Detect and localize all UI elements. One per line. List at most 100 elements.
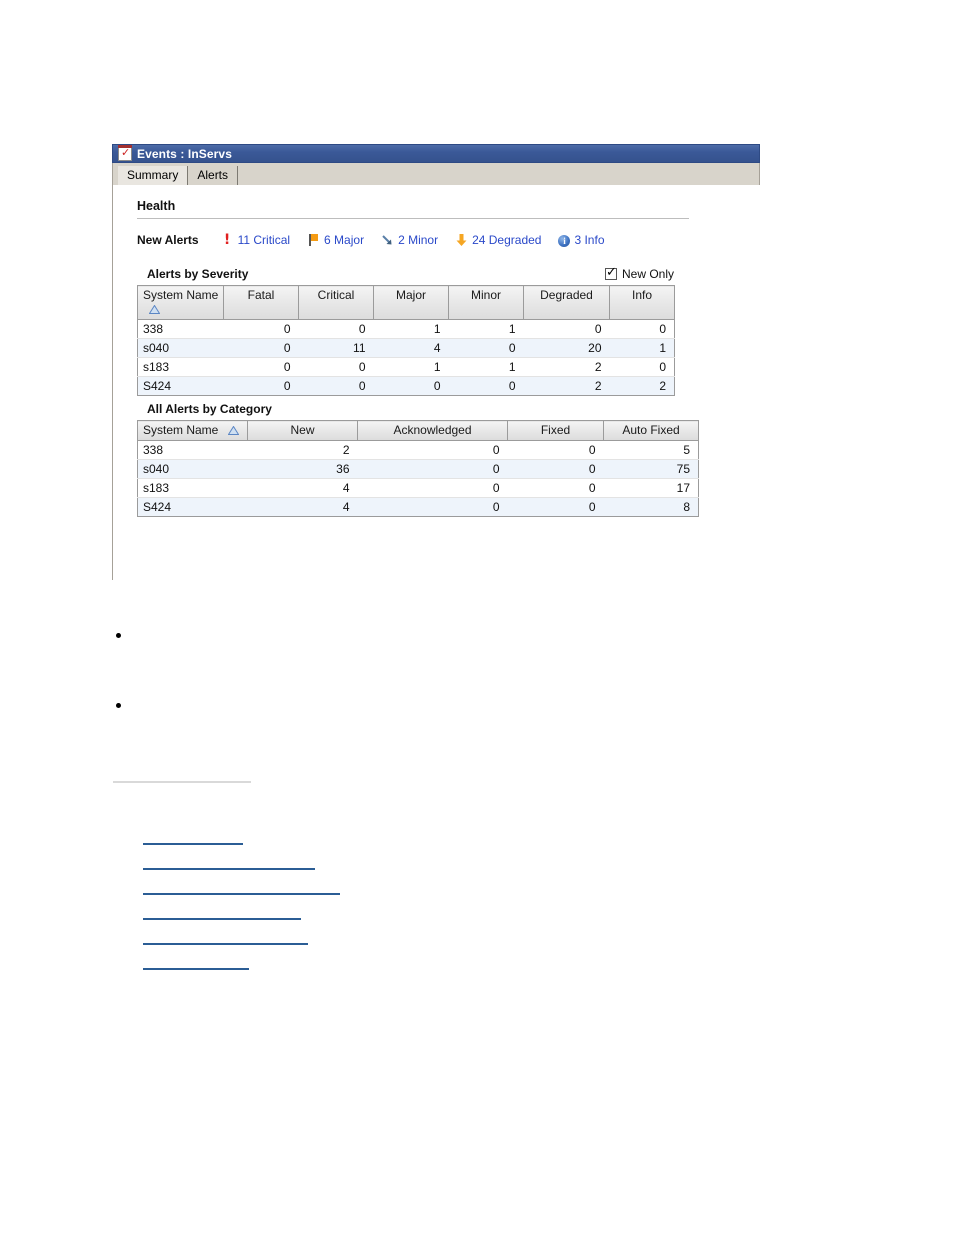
column-header-acknowledged[interactable]: Acknowledged <box>357 420 508 441</box>
cell-critical: 0 <box>298 357 374 377</box>
section-divider <box>113 781 251 783</box>
cell-minor[interactable]: 1 <box>448 357 524 377</box>
list-item-bullet <box>116 703 121 708</box>
column-header-minor[interactable]: Minor <box>448 285 524 320</box>
window-title: Events : InServs <box>137 146 232 161</box>
cell-acknowledged: 0 <box>357 478 508 498</box>
cell-system-name: S424 <box>137 376 224 396</box>
cell-fixed: 0 <box>507 478 604 498</box>
table-row[interactable]: S424 4 0 0 8 <box>137 497 699 517</box>
degraded-down-arrow-icon <box>455 233 468 247</box>
alert-chip-minor[interactable]: 2 Minor <box>381 233 438 247</box>
alert-chip-degraded[interactable]: 24 Degraded <box>455 233 541 247</box>
cell-system-name: s183 <box>137 357 224 377</box>
cell-system-name: 338 <box>137 319 224 339</box>
tab-alerts[interactable]: Alerts <box>188 166 239 186</box>
column-header-system-name[interactable]: System Name <box>137 285 224 320</box>
column-header-fatal[interactable]: Fatal <box>223 285 299 320</box>
cell-new[interactable]: 4 <box>247 497 358 517</box>
table-row[interactable]: s183 4 0 0 17 <box>137 478 699 498</box>
alert-chip-critical[interactable]: ! 11 Critical <box>221 233 290 247</box>
cell-acknowledged: 0 <box>357 497 508 517</box>
cell-degraded[interactable]: 2 <box>523 376 610 396</box>
document-link[interactable] <box>143 843 243 845</box>
column-header-auto-fixed[interactable]: Auto Fixed <box>603 420 699 441</box>
cell-critical[interactable]: 11 <box>298 338 374 358</box>
document-link[interactable] <box>143 868 315 870</box>
cell-acknowledged: 0 <box>357 440 508 460</box>
column-header-major[interactable]: Major <box>373 285 449 320</box>
cell-auto-fixed[interactable]: 17 <box>603 478 699 498</box>
new-alerts-summary: New Alerts ! 11 Critical 6 Major 2 Minor… <box>137 233 760 247</box>
column-header-critical[interactable]: Critical <box>298 285 374 320</box>
alert-chip-degraded-label: 24 Degraded <box>472 233 542 247</box>
alert-chip-info[interactable]: i 3 Info <box>558 233 605 247</box>
new-only-checkbox[interactable]: ✓ <box>604 266 617 280</box>
cell-degraded: 0 <box>523 319 610 339</box>
checkbox-check-icon: ✓ <box>118 144 132 161</box>
cell-info[interactable]: 2 <box>609 376 675 396</box>
summary-panel: Health New Alerts ! 11 Critical 6 Major <box>112 185 760 580</box>
list-item-bullet <box>116 633 121 638</box>
document-link[interactable] <box>143 968 249 970</box>
cell-system-name: 338 <box>137 440 248 460</box>
cell-auto-fixed[interactable]: 8 <box>603 497 699 517</box>
column-header-system-name[interactable]: System Name <box>137 420 248 441</box>
column-header-fixed[interactable]: Fixed <box>507 420 604 441</box>
new-only-checkbox-group[interactable]: ✓ New Only <box>604 266 674 281</box>
cell-degraded[interactable]: 2 <box>523 357 610 377</box>
document-link[interactable] <box>143 893 340 895</box>
cell-new[interactable]: 36 <box>247 459 358 479</box>
all-alerts-by-category-caption: All Alerts by Category <box>147 402 272 416</box>
cell-major[interactable]: 4 <box>373 338 449 358</box>
cell-fatal: 0 <box>223 338 299 358</box>
cell-major[interactable]: 1 <box>373 357 449 377</box>
cell-fatal: 0 <box>223 357 299 377</box>
column-header-info[interactable]: Info <box>609 285 675 320</box>
minor-arrow-icon <box>381 233 394 247</box>
cell-info[interactable]: 1 <box>609 338 675 358</box>
cell-system-name: s040 <box>137 338 224 358</box>
alerts-by-severity-block: Alerts by Severity ✓ New Only System Nam… <box>137 266 760 396</box>
new-alerts-label: New Alerts <box>137 233 199 247</box>
table-row[interactable]: s040 36 0 0 75 <box>137 459 699 479</box>
new-only-label: New Only <box>621 267 674 281</box>
cell-minor[interactable]: 1 <box>448 319 524 339</box>
alert-chip-critical-label: 11 Critical <box>237 233 291 247</box>
alerts-by-severity-table: System Name Fatal Critical Major Minor D… <box>137 285 675 396</box>
table-row[interactable]: 338 2 0 0 5 <box>137 440 699 460</box>
table-row[interactable]: S424 0 0 0 0 2 2 <box>137 376 675 396</box>
cell-major[interactable]: 1 <box>373 319 449 339</box>
cell-info: 0 <box>609 357 675 377</box>
cell-new[interactable]: 2 <box>247 440 358 460</box>
cell-minor: 0 <box>448 338 524 358</box>
column-header-degraded[interactable]: Degraded <box>523 285 610 320</box>
cell-system-name: s183 <box>137 478 248 498</box>
cell-fixed: 0 <box>507 440 604 460</box>
cell-auto-fixed[interactable]: 75 <box>603 459 699 479</box>
document-link[interactable] <box>143 918 301 920</box>
cell-new[interactable]: 4 <box>247 478 358 498</box>
table-header-row: System Name Fatal Critical Major Minor D… <box>137 285 675 320</box>
cell-fatal: 0 <box>223 376 299 396</box>
cell-major: 0 <box>373 376 449 396</box>
alert-chip-major-label: 6 Major <box>324 233 365 247</box>
tab-summary[interactable]: Summary <box>118 166 189 186</box>
events-inservs-window: ✓ Events : InServs Summary Alerts Health… <box>112 144 760 580</box>
critical-exclamation-icon: ! <box>223 232 231 248</box>
cell-fixed: 0 <box>507 497 604 517</box>
cell-acknowledged: 0 <box>357 459 508 479</box>
sort-ascending-icon <box>148 303 161 317</box>
table-row[interactable]: s040 0 11 4 0 20 1 <box>137 338 675 358</box>
table-row[interactable]: 338 0 0 1 1 0 0 <box>137 319 675 339</box>
sort-ascending-icon <box>227 424 240 438</box>
cell-info: 0 <box>609 319 675 339</box>
all-alerts-by-category-block: All Alerts by Category System Name New A… <box>137 402 760 517</box>
health-section-title: Health <box>137 199 176 213</box>
table-row[interactable]: s183 0 0 1 1 2 0 <box>137 357 675 377</box>
cell-auto-fixed[interactable]: 5 <box>603 440 699 460</box>
alert-chip-major[interactable]: 6 Major <box>307 233 364 247</box>
document-link[interactable] <box>143 943 308 945</box>
cell-degraded[interactable]: 20 <box>523 338 610 358</box>
column-header-new[interactable]: New <box>247 420 358 441</box>
